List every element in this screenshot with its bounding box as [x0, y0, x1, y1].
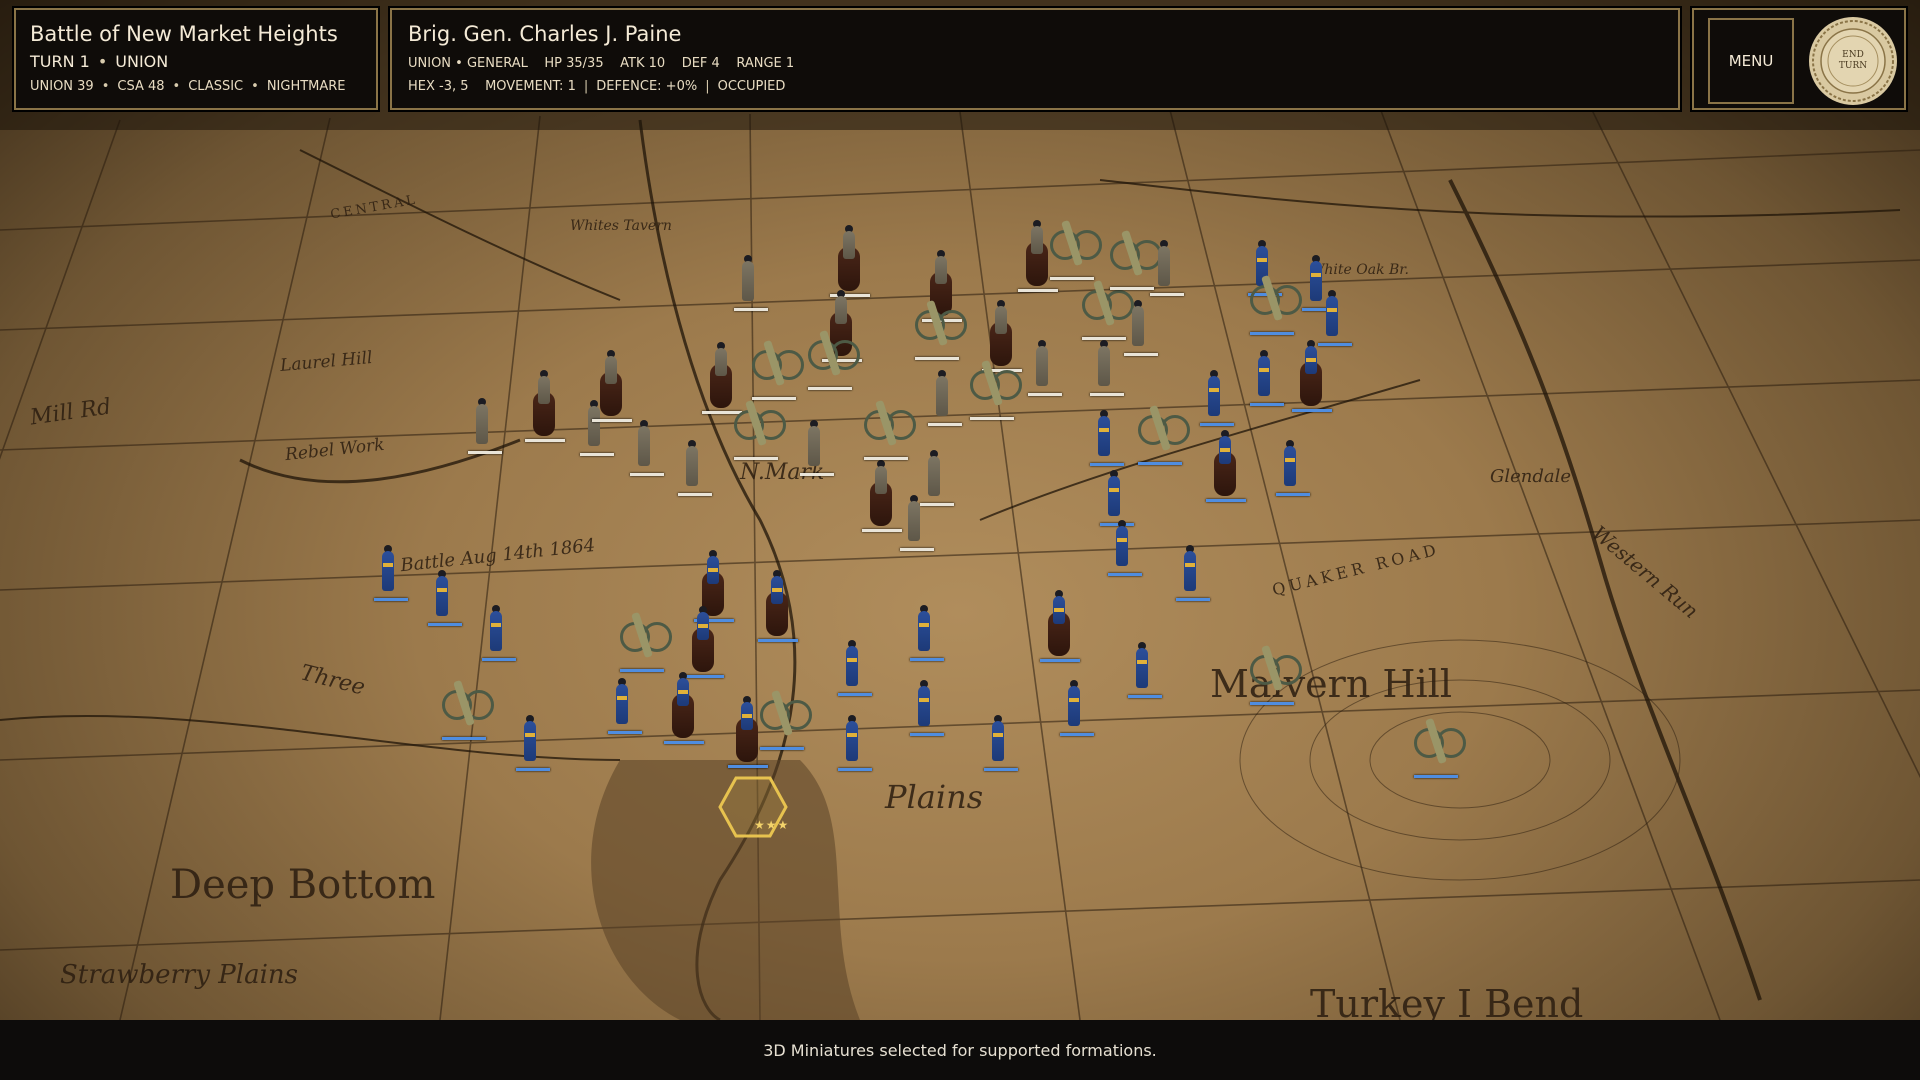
union-infantry-unit[interactable] — [1128, 642, 1162, 698]
unit-range: RANGE 1 — [736, 56, 795, 71]
unit-stats: UNION • GENERAL HP 35/35 ATK 10 DEF 4 RA… — [408, 56, 1662, 71]
union-infantry-unit[interactable] — [1276, 440, 1310, 496]
map-label-plains: Plains — [885, 778, 984, 816]
csa-cavalry-unit[interactable] — [830, 225, 870, 297]
union-score: UNION 39 — [30, 79, 94, 94]
union-infantry-unit[interactable] — [1060, 680, 1094, 736]
csa-artillery-unit[interactable] — [808, 329, 860, 390]
union-infantry-unit[interactable] — [1108, 520, 1142, 576]
unit-defence: DEFENCE: +0% — [596, 79, 698, 94]
map-label-whites-tavern: Whites Tavern — [570, 218, 672, 234]
csa-infantry-unit[interactable] — [630, 420, 664, 476]
union-infantry-unit[interactable] — [1100, 470, 1134, 526]
battle-title: Battle of New Market Heights — [30, 22, 338, 46]
unit-def: DEF 4 — [681, 56, 720, 71]
status-message: 3D Miniatures selected for supported for… — [763, 1040, 1157, 1060]
union-artillery-unit[interactable] — [620, 611, 672, 672]
union-cavalry-unit[interactable] — [1292, 340, 1332, 412]
union-infantry-unit[interactable] — [984, 715, 1018, 771]
csa-infantry-unit[interactable] — [800, 420, 834, 476]
map-label-turkey-bend: Turkey I Bend — [1310, 982, 1584, 1020]
csa-artillery-unit[interactable] — [734, 399, 786, 460]
difficulty: NIGHTMARE — [266, 79, 346, 94]
unit-movement: MOVEMENT: 1 — [485, 79, 576, 94]
csa-infantry-unit[interactable] — [1124, 300, 1158, 356]
unit-occupied: OCCUPIED — [717, 79, 786, 94]
unit-atk: ATK 10 — [620, 56, 666, 71]
union-infantry-unit[interactable] — [1200, 370, 1234, 426]
menu-button[interactable]: MENU — [1708, 18, 1794, 104]
end-turn-label: END TURN — [1838, 50, 1868, 71]
csa-infantry-unit[interactable] — [734, 255, 768, 311]
csa-infantry-unit[interactable] — [928, 370, 962, 426]
union-infantry-unit[interactable] — [910, 680, 944, 736]
csa-cavalry-unit[interactable] — [592, 350, 632, 422]
battle-stats: UNION 39 • CSA 48 • CLASSIC • NIGHTMARE — [30, 79, 346, 94]
union-infantry-unit[interactable] — [910, 605, 944, 661]
end-turn-button[interactable]: END TURN — [1808, 16, 1898, 106]
union-infantry-unit[interactable] — [1176, 545, 1210, 601]
csa-artillery-unit[interactable] — [864, 399, 916, 460]
csa-infantry-unit[interactable] — [1028, 340, 1062, 396]
csa-infantry-unit[interactable] — [900, 495, 934, 551]
union-infantry-unit[interactable] — [838, 715, 872, 771]
union-artillery-unit[interactable] — [1414, 717, 1466, 778]
csa-score: CSA 48 — [117, 79, 165, 94]
unit-hex: HEX -3, 5 — [408, 79, 469, 94]
union-infantry-unit[interactable] — [608, 678, 642, 734]
selected-general-unit[interactable] — [728, 696, 768, 768]
union-cavalry-unit[interactable] — [664, 672, 704, 744]
union-cavalry-unit[interactable] — [758, 570, 798, 642]
union-infantry-unit[interactable] — [1318, 290, 1352, 346]
unit-hex-info: HEX -3, 5 MOVEMENT: 1 | DEFENCE: +0% | OCCUP… — [408, 79, 786, 94]
union-infantry-unit[interactable] — [374, 545, 408, 601]
union-infantry-unit[interactable] — [1250, 350, 1284, 406]
union-artillery-unit[interactable] — [1250, 644, 1302, 705]
map-label-strawberry-plains: Strawberry Plains — [60, 960, 298, 990]
battle-map[interactable]: Whites Tavern Laurel Hill Mill Rd Rebel … — [0, 0, 1920, 1020]
csa-artillery-unit[interactable] — [915, 299, 967, 360]
csa-infantry-unit[interactable] — [468, 398, 502, 454]
union-infantry-unit[interactable] — [482, 605, 516, 661]
csa-artillery-unit[interactable] — [1050, 219, 1102, 280]
union-cavalry-unit[interactable] — [684, 606, 724, 678]
game-mode: CLASSIC — [188, 79, 244, 94]
status-bar: 3D Miniatures selected for supported for… — [0, 1020, 1920, 1080]
union-infantry-unit[interactable] — [516, 715, 550, 771]
csa-artillery-unit[interactable] — [970, 359, 1022, 420]
turn-number: TURN 1 — [30, 52, 90, 71]
csa-cavalry-unit[interactable] — [525, 370, 565, 442]
map-label-deep-bottom: Deep Bottom — [170, 862, 436, 908]
csa-artillery-unit[interactable] — [752, 339, 804, 400]
unit-faction-role: UNION • GENERAL — [408, 56, 528, 71]
union-infantry-unit[interactable] — [838, 640, 872, 696]
csa-cavalry-unit[interactable] — [862, 460, 902, 532]
csa-infantry-unit[interactable] — [1150, 240, 1184, 296]
general-rank-stars: ★★★ — [754, 818, 790, 832]
union-infantry-unit[interactable] — [428, 570, 462, 626]
turn-indicator: TURN 1 • UNION — [30, 52, 169, 71]
map-label-glendale: Glendale — [1490, 466, 1572, 487]
active-side: UNION — [115, 52, 169, 71]
union-infantry-unit[interactable] — [1090, 410, 1124, 466]
selected-unit-panel: Brig. Gen. Charles J. Paine UNION • GENE… — [390, 8, 1680, 110]
unit-hp: HP 35/35 — [544, 56, 604, 71]
unit-name: Brig. Gen. Charles J. Paine — [408, 22, 682, 46]
csa-infantry-unit[interactable] — [1090, 340, 1124, 396]
map-label-malvern-hill: Malvern Hill — [1210, 662, 1452, 706]
union-cavalry-unit[interactable] — [1040, 590, 1080, 662]
battle-info-panel: Battle of New Market Heights TURN 1 • UNIO… — [14, 8, 378, 110]
menu-panel: MENU END TURN — [1692, 8, 1906, 110]
union-artillery-unit[interactable] — [1250, 274, 1302, 335]
csa-infantry-unit[interactable] — [678, 440, 712, 496]
union-artillery-unit[interactable] — [1138, 404, 1190, 465]
union-artillery-unit[interactable] — [442, 679, 494, 740]
union-cavalry-unit[interactable] — [1206, 430, 1246, 502]
